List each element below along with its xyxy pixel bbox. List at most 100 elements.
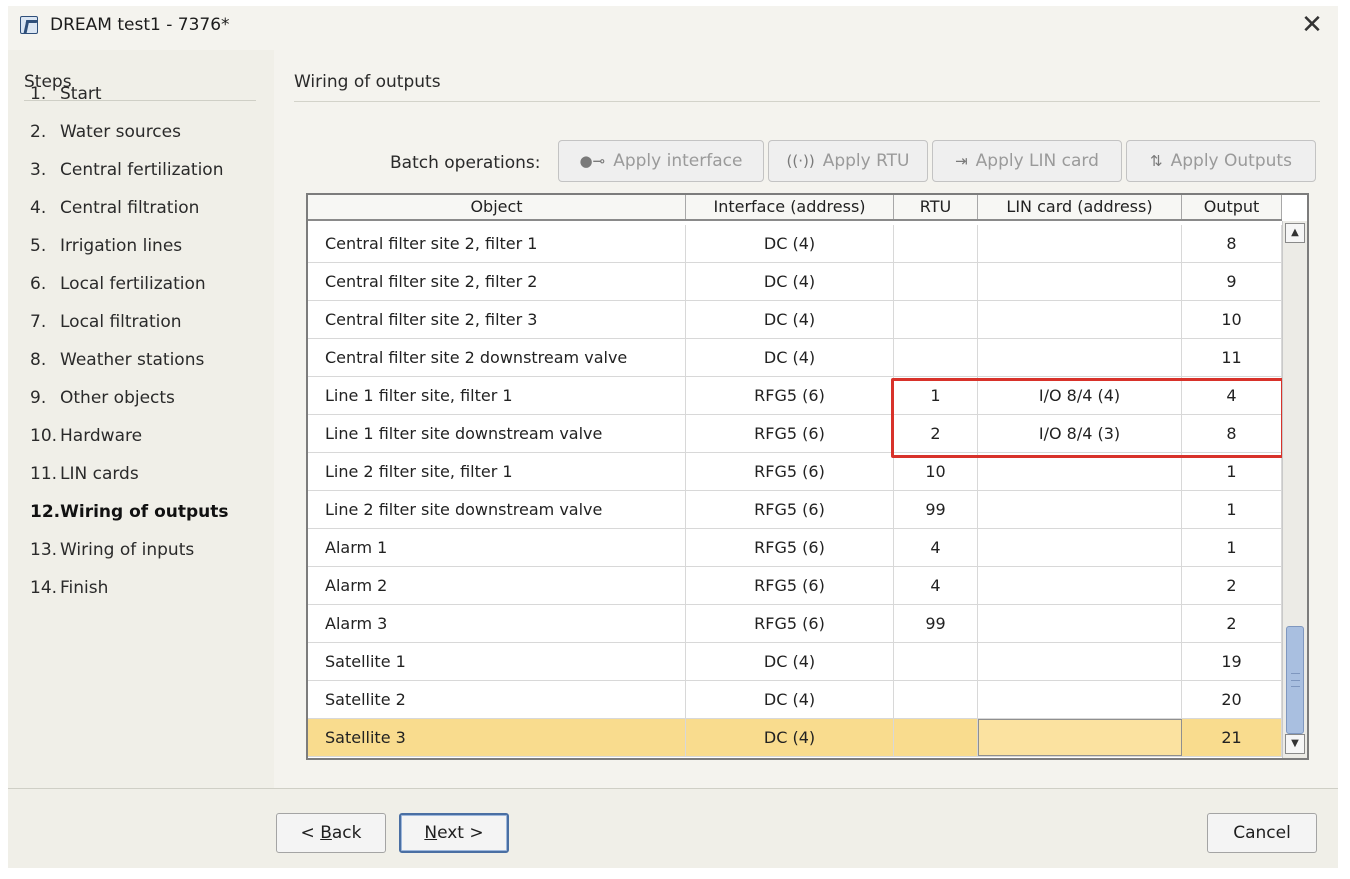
cell-output[interactable]: 4: [1182, 377, 1282, 414]
cell-interface[interactable]: RFG5 (6): [686, 529, 894, 566]
cell-object[interactable]: Alarm 2: [308, 567, 686, 604]
back-button[interactable]: < Back: [276, 813, 386, 853]
scroll-down-icon[interactable]: ▼: [1285, 734, 1305, 754]
apply-outputs-button[interactable]: ⇅ Apply Outputs: [1126, 140, 1316, 182]
cell-interface[interactable]: RFG5 (6): [686, 415, 894, 452]
cell-interface[interactable]: RFG5 (6): [686, 567, 894, 604]
cell-object[interactable]: Satellite 3: [308, 719, 686, 756]
table-row[interactable]: Central filter site 2 downstream valve DC…: [308, 339, 1282, 377]
cell-output[interactable]: 9: [1182, 263, 1282, 300]
cell-object[interactable]: Satellite 2: [308, 681, 686, 718]
table-row[interactable]: Satellite 3 DC (4) 21: [308, 719, 1282, 757]
cell-interface[interactable]: DC (4): [686, 643, 894, 680]
column-header-object[interactable]: Object: [308, 195, 686, 219]
next-button[interactable]: Next >: [399, 813, 509, 853]
vertical-scrollbar[interactable]: ▲ ▼: [1282, 221, 1307, 758]
close-icon[interactable]: ✕: [1296, 10, 1328, 42]
cell-object[interactable]: Line 2 filter site downstream valve: [308, 491, 686, 528]
cell-rtu[interactable]: [894, 263, 978, 300]
cell-object[interactable]: Central filter site 2, filter 2: [308, 263, 686, 300]
cell-interface[interactable]: DC (4): [686, 339, 894, 376]
cell-lin-card[interactable]: [978, 681, 1182, 718]
step-item[interactable]: 3. Central fertilization: [30, 160, 223, 180]
column-header-output[interactable]: Output: [1182, 195, 1282, 219]
step-item[interactable]: 12.Wiring of outputs: [30, 502, 229, 522]
cell-rtu[interactable]: [894, 643, 978, 680]
cell-rtu[interactable]: [894, 719, 978, 756]
column-header-lin-card[interactable]: LIN card (address): [978, 195, 1182, 219]
cell-output[interactable]: 10: [1182, 301, 1282, 338]
cell-rtu[interactable]: 10: [894, 453, 978, 490]
cell-object[interactable]: Line 1 filter site, filter 1: [308, 377, 686, 414]
cell-interface[interactable]: RFG5 (6): [686, 377, 894, 414]
cell-lin-card[interactable]: [978, 719, 1182, 756]
cell-rtu[interactable]: 1: [894, 377, 978, 414]
cell-rtu[interactable]: 4: [894, 529, 978, 566]
cell-object[interactable]: Alarm 1: [308, 529, 686, 566]
column-header-rtu[interactable]: RTU: [894, 195, 978, 219]
step-item[interactable]: 4. Central filtration: [30, 198, 199, 218]
cell-object[interactable]: Line 2 filter site, filter 1: [308, 453, 686, 490]
cell-lin-card[interactable]: [978, 605, 1182, 642]
cell-lin-card[interactable]: [978, 339, 1182, 376]
step-item[interactable]: 13. Wiring of inputs: [30, 540, 194, 560]
cell-interface[interactable]: RFG5 (6): [686, 605, 894, 642]
step-item[interactable]: 5. Irrigation lines: [30, 236, 182, 256]
cell-interface[interactable]: DC (4): [686, 263, 894, 300]
cell-lin-card[interactable]: [978, 225, 1182, 262]
step-item[interactable]: 8. Weather stations: [30, 350, 204, 370]
cell-output[interactable]: 19: [1182, 643, 1282, 680]
step-item[interactable]: 7. Local filtration: [30, 312, 182, 332]
apply-rtu-button[interactable]: ((·)) Apply RTU: [768, 140, 928, 182]
cell-output[interactable]: 2: [1182, 567, 1282, 604]
cell-rtu[interactable]: 2: [894, 415, 978, 452]
table-row[interactable]: Satellite 2 DC (4) 20: [308, 681, 1282, 719]
cell-interface[interactable]: RFG5 (6): [686, 491, 894, 528]
table-row[interactable]: Line 1 filter site, filter 1 RFG5 (6) 1 I/O…: [308, 377, 1282, 415]
cell-lin-card[interactable]: [978, 301, 1182, 338]
table-row[interactable]: Line 1 filter site downstream valve RFG5 …: [308, 415, 1282, 453]
step-item[interactable]: 11. LIN cards: [30, 464, 139, 484]
cell-object[interactable]: Line 1 filter site downstream valve: [308, 415, 686, 452]
cell-output[interactable]: 8: [1182, 225, 1282, 262]
cell-object[interactable]: Central filter site 2 downstream valve: [308, 339, 686, 376]
table-row[interactable]: Line 2 filter site, filter 1 RFG5 (6) 10 1: [308, 453, 1282, 491]
cell-interface[interactable]: RFG5 (6): [686, 453, 894, 490]
cell-output[interactable]: 1: [1182, 491, 1282, 528]
cell-rtu[interactable]: [894, 225, 978, 262]
cell-lin-card[interactable]: [978, 529, 1182, 566]
step-item[interactable]: 6. Local fertilization: [30, 274, 206, 294]
column-header-interface[interactable]: Interface (address): [686, 195, 894, 219]
table-row[interactable]: Satellite 1 DC (4) 19: [308, 643, 1282, 681]
cell-rtu[interactable]: 4: [894, 567, 978, 604]
step-item[interactable]: 1. Start: [30, 84, 102, 104]
scroll-thumb[interactable]: [1286, 626, 1304, 734]
cell-output[interactable]: 21: [1182, 719, 1282, 756]
step-item[interactable]: 10. Hardware: [30, 426, 142, 446]
cell-object[interactable]: Alarm 3: [308, 605, 686, 642]
table-row[interactable]: Alarm 2 RFG5 (6) 4 2: [308, 567, 1282, 605]
table-row[interactable]: Central filter site 2, filter 3 DC (4) 10: [308, 301, 1282, 339]
table-row[interactable]: Central filter site 2, filter 1 DC (4) 8: [308, 225, 1282, 263]
table-row[interactable]: Line 2 filter site downstream valve RFG5 …: [308, 491, 1282, 529]
step-item[interactable]: 9. Other objects: [30, 388, 175, 408]
cell-rtu[interactable]: [894, 339, 978, 376]
table-row[interactable]: Central filter site 2, filter 2 DC (4) 9: [308, 263, 1282, 301]
cell-interface[interactable]: DC (4): [686, 681, 894, 718]
cell-interface[interactable]: DC (4): [686, 225, 894, 262]
cell-lin-card[interactable]: [978, 263, 1182, 300]
cell-object[interactable]: Satellite 1: [308, 643, 686, 680]
cell-rtu[interactable]: [894, 301, 978, 338]
cell-output[interactable]: 11: [1182, 339, 1282, 376]
cell-output[interactable]: 2: [1182, 605, 1282, 642]
cell-lin-card[interactable]: I/O 8/4 (3): [978, 415, 1182, 452]
cell-interface[interactable]: DC (4): [686, 301, 894, 338]
step-item[interactable]: 14. Finish: [30, 578, 108, 598]
table-row[interactable]: Alarm 3 RFG5 (6) 99 2: [308, 605, 1282, 643]
cancel-button[interactable]: Cancel: [1207, 813, 1317, 853]
cell-output[interactable]: 8: [1182, 415, 1282, 452]
cell-lin-card[interactable]: [978, 643, 1182, 680]
cell-object[interactable]: Central filter site 2, filter 1: [308, 225, 686, 262]
cell-rtu[interactable]: 99: [894, 491, 978, 528]
cell-rtu[interactable]: 99: [894, 605, 978, 642]
